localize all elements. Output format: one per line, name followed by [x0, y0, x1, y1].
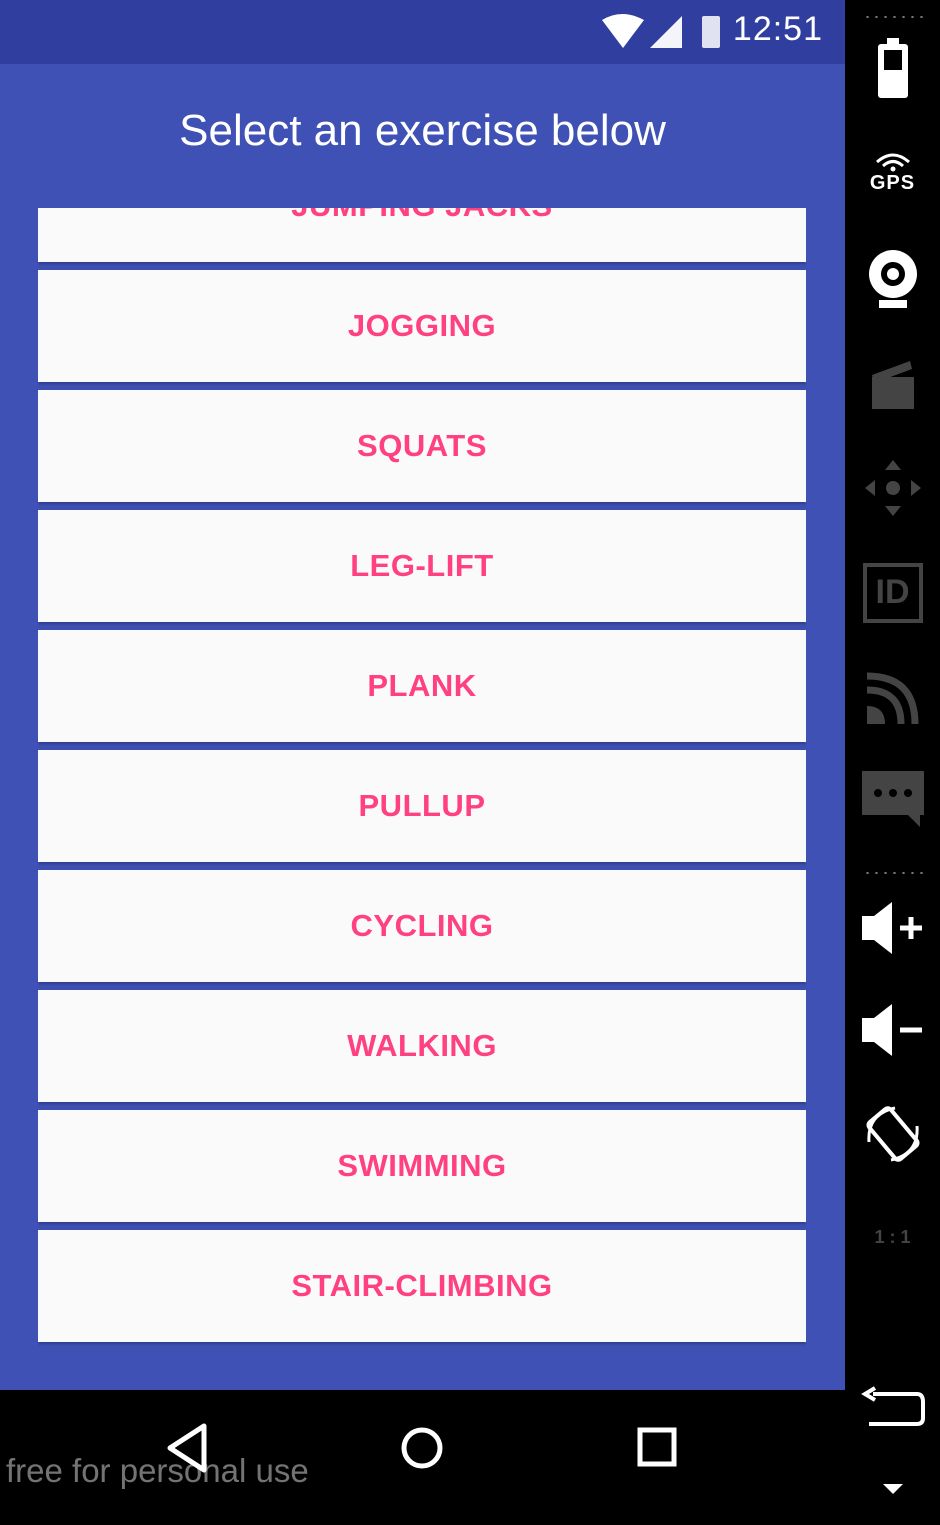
- back-icon[interactable]: [855, 1370, 930, 1445]
- exercise-button-plank[interactable]: PLANK: [38, 630, 806, 742]
- emulator-toolbar: GPS ID 1: 1: [845, 0, 940, 1512]
- recents-icon[interactable]: [628, 1420, 688, 1476]
- gps-label: GPS: [869, 172, 916, 194]
- volume-down-icon[interactable]: [855, 992, 930, 1067]
- volume-up-icon[interactable]: [855, 890, 930, 965]
- status-time: 12:51: [732, 10, 823, 48]
- exercise-button-jogging[interactable]: JOGGING: [38, 270, 806, 382]
- home-icon[interactable]: [392, 1420, 452, 1476]
- exercise-button-walking[interactable]: WALKING: [38, 990, 806, 1102]
- gps-icon[interactable]: GPS: [855, 135, 930, 210]
- fingerprint-id-icon[interactable]: ID: [855, 555, 930, 630]
- toolbar-divider: [863, 16, 923, 18]
- more-icon[interactable]: [855, 1450, 930, 1525]
- exercise-button-pullup[interactable]: PULLUP: [38, 750, 806, 862]
- exercise-button-jumping-jacks[interactable]: JUMPING JACKS: [38, 208, 806, 262]
- exercise-button-swimming[interactable]: SWIMMING: [38, 1110, 806, 1222]
- sms-icon[interactable]: [855, 760, 930, 835]
- id-label: ID: [862, 562, 923, 623]
- wifi-icon: [602, 14, 644, 48]
- battery-icon[interactable]: [855, 30, 930, 105]
- cast-icon[interactable]: [855, 660, 930, 735]
- exercise-list-viewport[interactable]: JUMPING JACKS JOGGING SQUATS LEG-LIFT PL…: [38, 208, 806, 1348]
- zoom-1to1-icon[interactable]: 1 : 1: [855, 1200, 930, 1275]
- watermark-text: free for personal use: [6, 1452, 309, 1489]
- ratio-label: 1 : 1: [874, 1227, 911, 1247]
- dpad-icon[interactable]: [855, 450, 930, 525]
- status-icons: [602, 14, 720, 48]
- screenrecord-icon[interactable]: [855, 345, 930, 420]
- exercise-button-stair-climbing[interactable]: STAIR-CLIMBING: [38, 1230, 806, 1342]
- camera-icon[interactable]: [855, 240, 930, 315]
- page-title: Select an exercise below: [179, 106, 666, 155]
- rotate-icon[interactable]: [855, 1096, 930, 1171]
- status-bar: 12:51: [0, 0, 845, 64]
- toolbar-divider: [863, 872, 923, 874]
- battery-status-icon: [702, 16, 720, 48]
- exercise-button-cycling[interactable]: CYCLING: [38, 870, 806, 982]
- exercise-button-leg-lift[interactable]: LEG-LIFT: [38, 510, 806, 622]
- exercise-button-squats[interactable]: SQUATS: [38, 390, 806, 502]
- app-screen: 12:51 Select an exercise below JUMPING J…: [0, 0, 845, 1390]
- cell-signal-icon: [650, 16, 682, 48]
- exercise-list: JUMPING JACKS JOGGING SQUATS LEG-LIFT PL…: [38, 208, 806, 1348]
